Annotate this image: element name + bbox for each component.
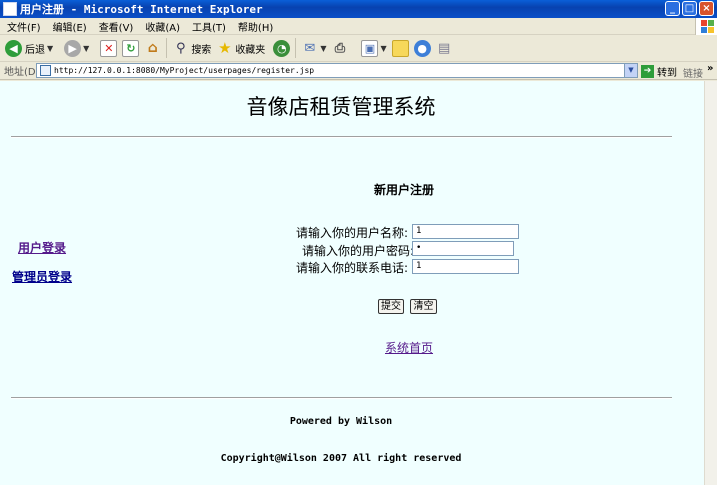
- admin-login-link[interactable]: 管理员登录: [12, 268, 72, 285]
- password-field[interactable]: •: [412, 241, 514, 256]
- refresh-icon: ↻: [122, 39, 140, 57]
- page-title: 音像店租赁管理系统: [246, 95, 436, 119]
- user-login-link[interactable]: 用户登录: [18, 239, 66, 256]
- address-bar: 地址(D) http://127.0.0.1:8080/MyProject/us…: [0, 62, 717, 80]
- footer-divider: [11, 397, 672, 399]
- reset-button[interactable]: 清空: [410, 299, 437, 314]
- mail-button[interactable]: ✉ ▼: [301, 40, 326, 57]
- print-button[interactable]: ⎙: [331, 40, 348, 57]
- edit-dropdown-icon[interactable]: ▼: [380, 44, 386, 53]
- username-label: 请输入你的用户名称:: [296, 226, 409, 240]
- address-input[interactable]: http://127.0.0.1:8080/MyProject/userpage…: [36, 63, 638, 78]
- search-label: 搜索: [191, 44, 212, 56]
- windows-logo-icon: [695, 18, 717, 35]
- research-button[interactable]: ▤: [436, 40, 453, 57]
- title-bar: 用户注册 - Microsoft Internet Explorer _ □ ×: [0, 0, 717, 18]
- forward-button[interactable]: ▶ ▼: [58, 39, 89, 57]
- form-heading: 新用户注册: [374, 183, 435, 197]
- stop-icon: ✕: [100, 39, 118, 57]
- close-button[interactable]: ×: [699, 1, 714, 16]
- go-arrow-icon: ➔: [641, 65, 654, 78]
- home-button[interactable]: ⌂: [144, 40, 161, 57]
- home-page-link[interactable]: 系统首页: [385, 339, 433, 356]
- menu-bar: 文件(F) 编辑(E) 查看(V) 收藏(A) 工具(T) 帮助(H): [0, 18, 717, 35]
- address-url[interactable]: http://127.0.0.1:8080/MyProject/userpage…: [54, 66, 314, 75]
- mac-button[interactable]: ●: [413, 39, 431, 57]
- mail-icon: ✉: [304, 40, 316, 56]
- back-dropdown-icon[interactable]: ▼: [47, 44, 53, 53]
- address-label: 地址(D): [4, 67, 40, 78]
- search-button[interactable]: ⚲ 搜索: [172, 40, 211, 57]
- search-icon: ⚲: [176, 40, 186, 56]
- links-more-icon[interactable]: »: [707, 63, 713, 74]
- maximize-button[interactable]: □: [682, 1, 697, 16]
- menu-view[interactable]: 查看(V): [92, 19, 139, 34]
- home-icon: ⌂: [147, 40, 158, 56]
- messenger-button[interactable]: [391, 39, 409, 57]
- refresh-button[interactable]: ↻: [122, 39, 140, 57]
- mac-icon: ●: [413, 39, 431, 57]
- window-title: 用户注册 - Microsoft Internet Explorer: [20, 3, 263, 16]
- username-field[interactable]: 1: [412, 224, 519, 239]
- go-label: 转到: [657, 68, 677, 79]
- page-content: 音像店租赁管理系统 用户登录 管理员登录 新用户注册 请输入你的用户名称: 1 …: [0, 81, 704, 485]
- forward-icon: ▶: [64, 39, 82, 57]
- back-label: 后退: [25, 44, 45, 56]
- links-button[interactable]: 链接: [683, 65, 703, 80]
- toolbar-separator: [166, 38, 168, 58]
- favorites-icon: ★: [218, 39, 232, 57]
- powered-by-text: Powered by Wilson: [289, 416, 393, 427]
- menu-help[interactable]: 帮助(H): [231, 19, 278, 34]
- menu-edit[interactable]: 编辑(E): [46, 19, 92, 34]
- menu-file[interactable]: 文件(F): [0, 19, 46, 34]
- toolbar-separator: [295, 38, 297, 58]
- phone-label: 请输入你的联系电话:: [296, 261, 409, 275]
- phone-field[interactable]: 1: [412, 259, 519, 274]
- menu-favorites[interactable]: 收藏(A): [138, 19, 185, 34]
- ie-page-icon: [3, 2, 17, 16]
- forward-dropdown-icon[interactable]: ▼: [83, 44, 89, 53]
- window-controls: _ □ ×: [665, 1, 714, 16]
- back-icon: ◀: [5, 39, 22, 57]
- menu-tools[interactable]: 工具(T): [185, 19, 231, 34]
- research-icon: ▤: [437, 40, 451, 56]
- header-divider: [11, 136, 672, 138]
- print-icon: ⎙: [334, 40, 346, 56]
- history-icon: ◔: [273, 39, 291, 57]
- address-dropdown-icon[interactable]: ▼: [624, 64, 637, 77]
- password-label: 请输入你的用户密码:: [302, 244, 415, 258]
- toolbar: ◀ 后退 ▼ ▶ ▼ ✕ ↻ ⌂ ⚲ 搜索 ★ 收藏夹 ◔ ✉ ▼ ⎙ ▣ ▼ …: [0, 35, 717, 62]
- messenger-icon: [391, 39, 409, 57]
- mail-dropdown-icon[interactable]: ▼: [320, 44, 326, 53]
- submit-button[interactable]: 提交: [378, 299, 404, 314]
- back-button[interactable]: ◀ 后退 ▼: [5, 39, 53, 57]
- page-icon: [40, 65, 51, 76]
- edit-icon: ▣: [361, 39, 379, 57]
- stop-button[interactable]: ✕: [94, 39, 118, 57]
- copyright-text: Copyright@Wilson 2007 All right reserved: [220, 453, 462, 464]
- history-button[interactable]: ◔: [270, 39, 291, 57]
- favorites-label: 收藏夹: [235, 44, 266, 56]
- vertical-scrollbar[interactable]: [704, 81, 717, 485]
- favorites-button[interactable]: ★ 收藏夹: [216, 39, 266, 57]
- go-button[interactable]: ➔ 转到: [641, 64, 677, 79]
- minimize-button[interactable]: _: [665, 1, 680, 16]
- edit-button[interactable]: ▣ ▼: [353, 39, 387, 57]
